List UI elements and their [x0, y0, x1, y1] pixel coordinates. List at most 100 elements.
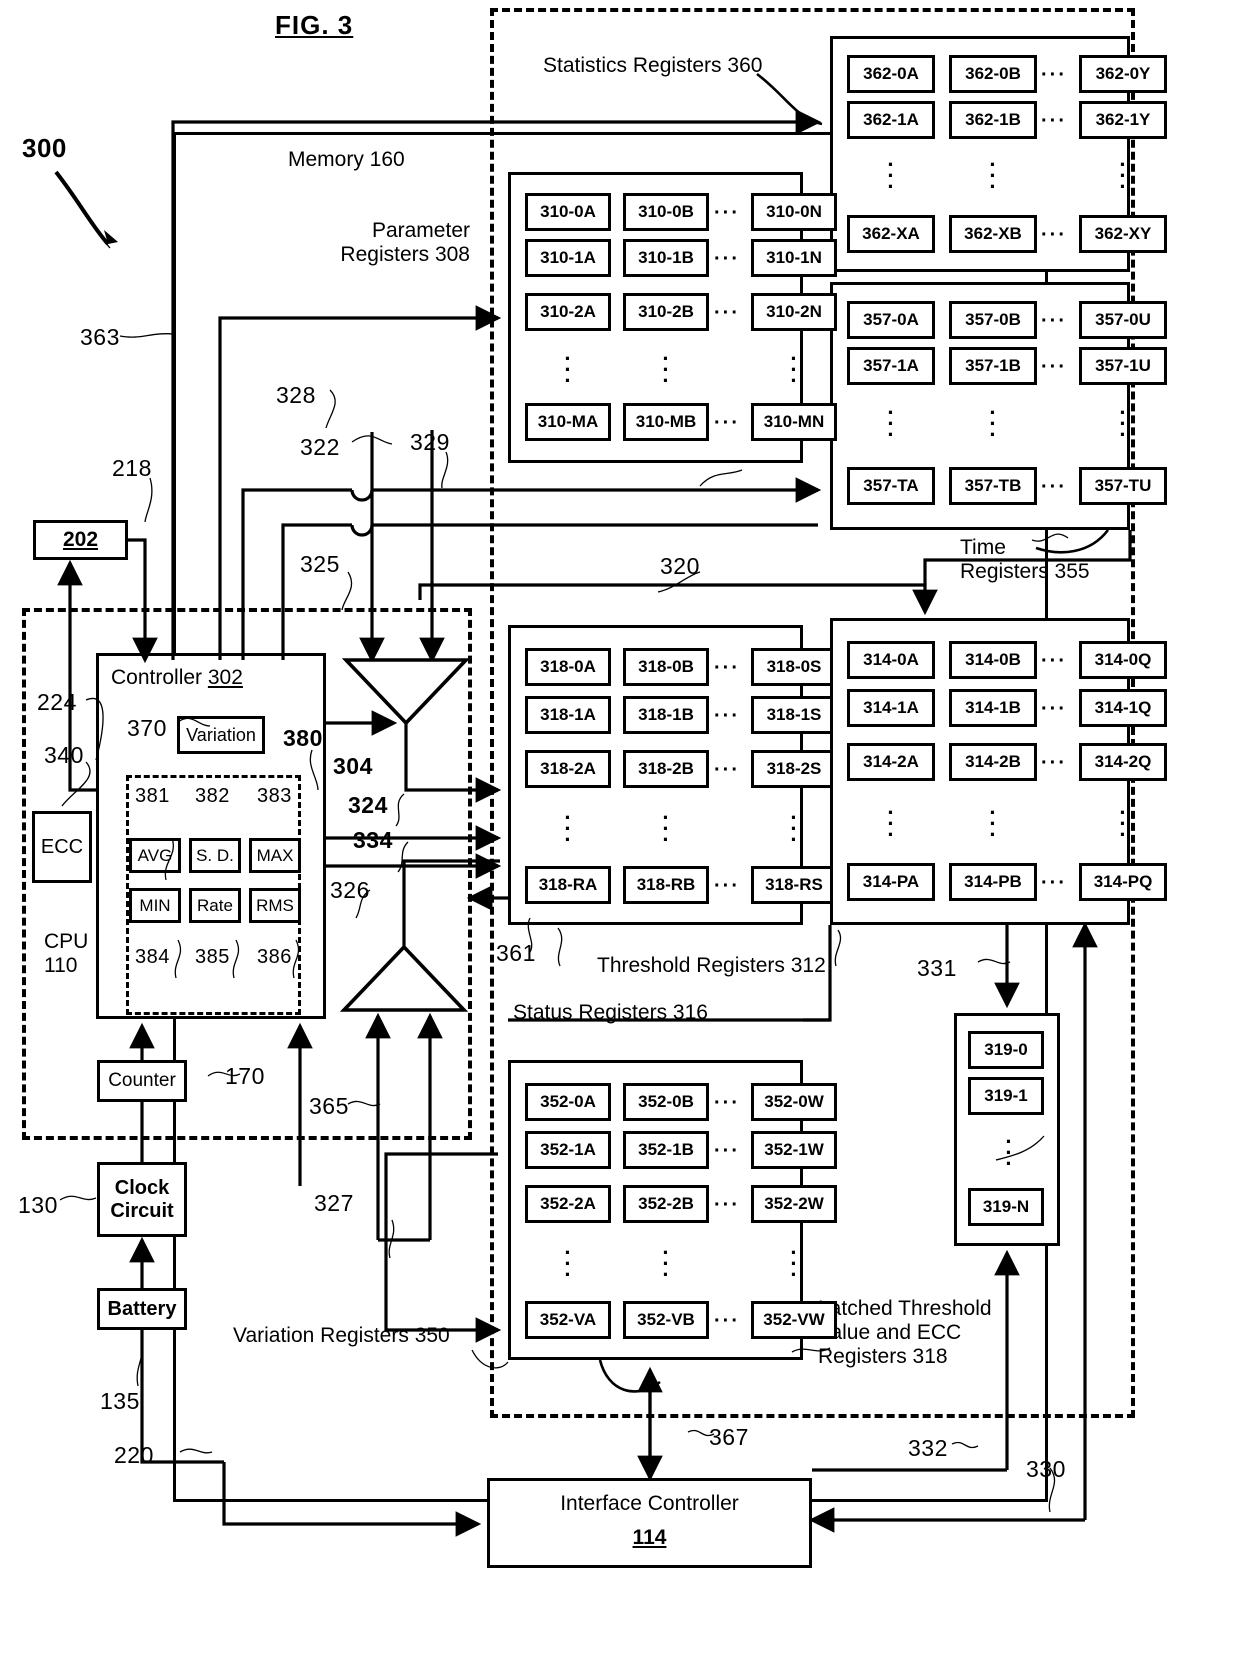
register-cell: 310-2N [751, 293, 837, 331]
register-cell: 318-1A [525, 696, 611, 734]
stat-op-min: MIN [129, 888, 181, 923]
register-cell: 318-0A [525, 648, 611, 686]
vertical-ellipsis: · · · [790, 805, 798, 852]
horizontal-ellipsis: ··· [714, 202, 740, 224]
register-cell: 357-TB [949, 467, 1037, 505]
ref-361: 361 [496, 940, 536, 966]
register-cell: 310-2A [525, 293, 611, 331]
register-cell: 314-0A [847, 641, 935, 679]
register-cell: 362-1Y [1079, 101, 1167, 139]
ref-363: 363 [80, 324, 120, 350]
vertical-ellipsis: · · · [790, 1240, 798, 1287]
register-cell: 314-2B [949, 743, 1037, 781]
counter-module: Counter [97, 1060, 187, 1102]
battery-module: Battery [97, 1288, 187, 1330]
parameter-registers-label: Parameter Registers 308 [340, 219, 470, 267]
ref-370: 370 [127, 715, 167, 741]
register-cell: 314-PB [949, 863, 1037, 901]
interface-controller-ref: 114 [632, 1526, 667, 1550]
register-cell: 314-0Q [1079, 641, 1167, 679]
ref-385: 385 [195, 946, 230, 968]
ref-325: 325 [300, 551, 340, 577]
register-cell: 318-2S [751, 750, 837, 788]
latched-threshold-registers-318: 319-0 319-1 · · · 319-N [954, 1013, 1060, 1246]
horizontal-ellipsis: ··· [1041, 476, 1067, 498]
register-cell: 352-VB [623, 1301, 709, 1339]
status-registers-label: Status Registers 316 [513, 1001, 708, 1024]
ref-220: 220 [114, 1442, 154, 1468]
register-cell: 357-TU [1079, 467, 1167, 505]
vertical-ellipsis: · · · [564, 346, 572, 393]
threshold-registers-label: Threshold Registers 312 [597, 954, 826, 977]
register-cell: 310-1A [525, 239, 611, 277]
ref-334: 334 [353, 827, 393, 853]
register-cell: 352-0W [751, 1083, 837, 1121]
vertical-ellipsis: · · · [790, 346, 798, 393]
ref-224: 224 [37, 689, 77, 715]
register-cell: 310-0B [623, 193, 709, 231]
register-cell: 314-1A [847, 689, 935, 727]
register-cell: 310-MN [751, 403, 837, 441]
register-cell: 319-N [968, 1188, 1044, 1226]
stat-op-sd: S. D. [189, 838, 241, 873]
vertical-ellipsis: · · · [989, 400, 997, 447]
vertical-ellipsis: · · · [564, 1240, 572, 1287]
register-cell: 319-1 [968, 1077, 1044, 1115]
register-cell: 314-0B [949, 641, 1037, 679]
controller-ref: 302 [207, 666, 243, 689]
ref-218: 218 [112, 455, 152, 481]
horizontal-ellipsis: ··· [1041, 650, 1067, 672]
register-cell: 357-0A [847, 301, 935, 339]
horizontal-ellipsis: ··· [714, 248, 740, 270]
vertical-ellipsis: · · · [989, 800, 997, 847]
ref-130: 130 [18, 1192, 58, 1218]
horizontal-ellipsis: ··· [714, 412, 740, 434]
register-cell: 314-PQ [1079, 863, 1167, 901]
ref-383: 383 [257, 785, 292, 807]
register-cell: 314-2A [847, 743, 935, 781]
vertical-ellipsis: · · · [1005, 1129, 1013, 1176]
vertical-ellipsis: · · · [662, 346, 670, 393]
vertical-ellipsis: · · · [1119, 152, 1127, 199]
register-cell: 362-0Y [1079, 55, 1167, 93]
register-cell: 352-0A [525, 1083, 611, 1121]
controller-title: Controller 302 [111, 666, 243, 690]
register-cell: 318-1B [623, 696, 709, 734]
ref-331: 331 [917, 955, 957, 981]
horizontal-ellipsis: ··· [1041, 698, 1067, 720]
horizontal-ellipsis: ··· [714, 1140, 740, 1162]
statistics-registers-label: Statistics Registers 360 [543, 54, 763, 77]
horizontal-ellipsis: ··· [714, 1194, 740, 1216]
threshold-registers-312: 318-0A 318-0B ··· 318-0S 318-1A 318-1B ·… [508, 625, 837, 925]
vertical-ellipsis: · · · [662, 1240, 670, 1287]
horizontal-ellipsis: ··· [1041, 872, 1067, 894]
register-cell: 357-1A [847, 347, 935, 385]
horizontal-ellipsis: ··· [714, 1310, 740, 1332]
register-cell: 352-2W [751, 1185, 837, 1223]
ref-170: 170 [225, 1063, 265, 1089]
ref-326: 326 [330, 877, 370, 903]
register-cell: 318-0B [623, 648, 709, 686]
counter-label: Counter [108, 1070, 176, 1092]
stat-op-max: MAX [249, 838, 301, 873]
register-cell: 357-1B [949, 347, 1037, 385]
register-cell: 362-XY [1079, 215, 1167, 253]
variation-module: Variation [177, 716, 265, 754]
register-cell: 310-1N [751, 239, 837, 277]
register-cell: 318-RA [525, 866, 611, 904]
register-cell: 352-VA [525, 1301, 611, 1339]
register-cell: 318-RS [751, 866, 837, 904]
register-cell: 314-1B [949, 689, 1037, 727]
ref-324: 324 [348, 792, 388, 818]
interface-controller-label: Interface Controller [560, 1492, 739, 1516]
mux-306-label: 306 [389, 671, 425, 695]
register-cell: 362-XA [847, 215, 935, 253]
horizontal-ellipsis: ··· [714, 705, 740, 727]
register-cell: 318-RB [623, 866, 709, 904]
ref-330: 330 [1026, 1456, 1066, 1482]
controller-title-text: Controller [111, 666, 208, 689]
sensor-202-label: 202 [62, 528, 99, 552]
status-registers-314: 314-0A 314-0B ··· 314-0Q 314-1A 314-1B ·… [830, 618, 1167, 925]
register-cell: 318-0S [751, 648, 837, 686]
ref-365: 365 [309, 1093, 349, 1119]
